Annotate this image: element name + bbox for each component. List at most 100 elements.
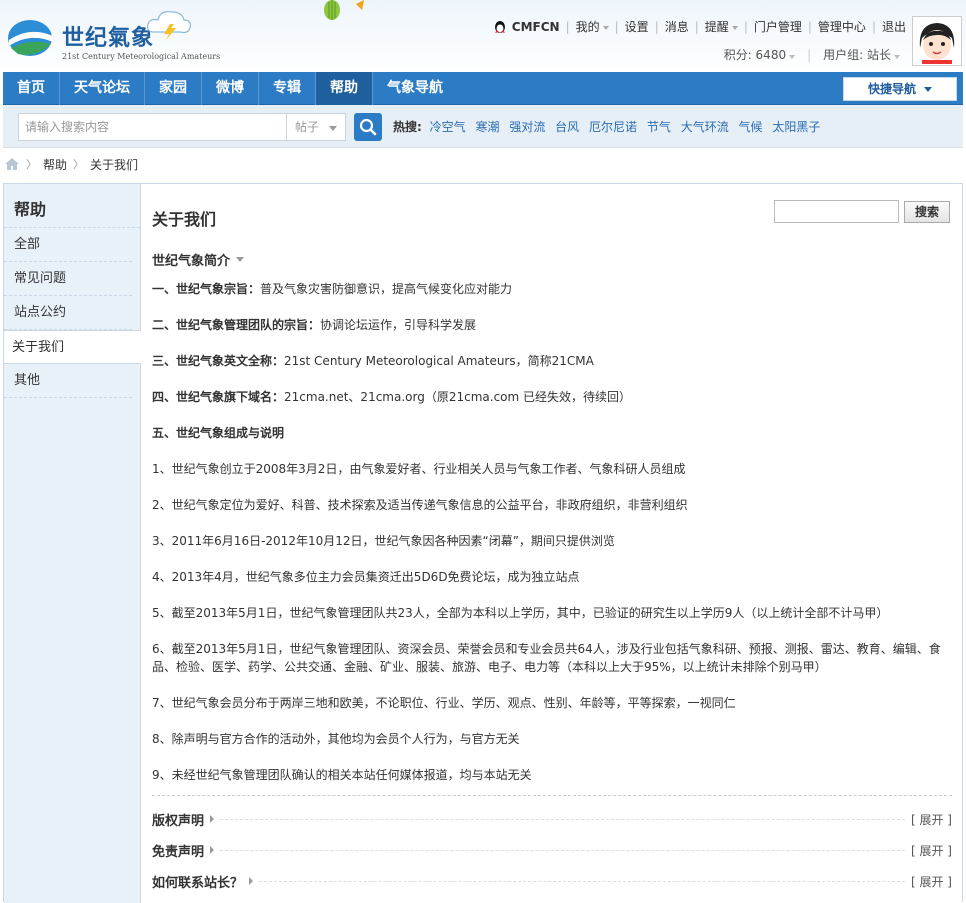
section-domains: 四、世纪气象旗下域名：21cma.net、21cma.org（原21cma.co… — [152, 388, 942, 406]
logout-link[interactable]: 退出 — [882, 18, 906, 35]
hot-keyword-link[interactable]: 冷空气 — [430, 120, 466, 134]
breadcrumb-separator-icon: 〉 — [26, 158, 37, 171]
avatar[interactable] — [912, 16, 962, 66]
quick-nav-label: 快捷导航 — [867, 82, 916, 96]
sidebar-item-faq[interactable]: 常见问题 — [4, 262, 132, 296]
main-panel: 帮助 全部 常见问题 站点公约 关于我们 其他 关于我们 搜索 世纪气象简介 一… — [3, 183, 963, 903]
dotted-leader — [259, 880, 905, 882]
list-item: 7、世纪气象会员分布于两岸三地和欧美，不论职位、行业、学历、观点、性别、年龄等，… — [152, 696, 736, 710]
section-purpose: 一、世纪气象宗旨：普及气象灾害防御意识，提高气候变化应对能力 — [152, 280, 942, 298]
list-item: 2、世纪气象定位为爱好、科普、技术探索及适当传递气象信息的公益平台，非政府组织，… — [152, 498, 688, 512]
nav-albums[interactable]: 专辑 — [259, 72, 316, 105]
brand-english-name: 21st Century Meteorological Amateurs — [62, 52, 221, 61]
chevron-down-icon — [731, 25, 738, 30]
chevron-right-icon — [210, 846, 215, 854]
section-text: 21cma.net、21cma.org（原21cma.com 已经失效，待续回） — [284, 390, 632, 404]
user-group-menu[interactable]: 用户组: 站长 — [823, 46, 900, 63]
hot-keyword-link[interactable]: 大气环流 — [681, 120, 729, 134]
nav-home-space[interactable]: 家园 — [145, 72, 202, 105]
search-type-select[interactable]: 帖子 — [286, 113, 346, 141]
section-team-purpose: 二、世纪气象管理团队的宗旨：协调论坛运作，引导科学发展 — [152, 316, 942, 334]
fold-copyright[interactable]: 版权声明 [ 展开 ] — [152, 809, 952, 829]
nav-help[interactable]: 帮助 — [316, 72, 373, 105]
hot-keyword-link[interactable]: 节气 — [647, 120, 671, 134]
fold-title: 免责声明 — [152, 844, 205, 860]
list-item: 8、除声明与官方合作的活动外，其他均为会员个人行为，与官方无关 — [152, 732, 520, 746]
reminders-label: 提醒 — [704, 20, 729, 34]
main-nav: 首页 天气论坛 家园 微博 专辑 帮助 气象导航 快捷导航 — [3, 72, 963, 105]
hot-keyword-link[interactable]: 厄尔尼诺 — [589, 120, 637, 134]
hot-keyword-link[interactable]: 台风 — [555, 120, 579, 134]
help-search-button[interactable]: 搜索 — [904, 201, 950, 223]
my-menu-link[interactable]: 我的 — [576, 18, 609, 35]
nav-home[interactable]: 首页 — [3, 72, 60, 105]
fold-disclaimer[interactable]: 免责声明 [ 展开 ] — [152, 840, 952, 860]
home-icon[interactable] — [4, 157, 20, 171]
admin-center-link[interactable]: 管理中心 — [818, 18, 866, 35]
points-menu[interactable]: 积分: 6480 — [723, 46, 796, 63]
chevron-down-icon — [789, 55, 796, 59]
section-text: 普及气象灾害防御意识，提高气候变化应对能力 — [260, 282, 513, 296]
balloon-decoration-icon — [324, 0, 364, 20]
username-link[interactable]: CMFCN — [512, 20, 560, 34]
site-header: 世纪氣象 21st Century Meteorological Amateur… — [0, 0, 966, 72]
hot-keyword-link[interactable]: 强对流 — [509, 120, 545, 134]
user-toolbar: CMFCN | 我的 | 设置 | 消息 | 提醒 | 门户管理 | 管理中心 … — [493, 18, 906, 35]
search-type-value: 帖子 — [295, 120, 320, 134]
expand-toggle[interactable]: [ 展开 ] — [911, 842, 952, 859]
breadcrumb-about-us[interactable]: 关于我们 — [90, 156, 138, 173]
nav-weibo[interactable]: 微博 — [202, 72, 259, 105]
search-input[interactable]: 请输入搜索内容 — [18, 113, 286, 141]
divider — [152, 795, 952, 796]
hot-keyword-link[interactable]: 寒潮 — [475, 120, 499, 134]
section-label: 五、世纪气象组成与说明 — [152, 426, 285, 440]
user-group-label: 用户组: 站长 — [823, 48, 891, 62]
section-label: 三、世纪气象英文全称： — [152, 354, 285, 368]
hot-keyword-link[interactable]: 气候 — [739, 120, 763, 134]
sidebar-item-other[interactable]: 其他 — [4, 364, 132, 398]
help-sidebar: 帮助 全部 常见问题 站点公约 关于我们 其他 — [4, 184, 141, 903]
globe-logo-icon — [8, 20, 53, 56]
breadcrumb-help[interactable]: 帮助 — [43, 156, 67, 173]
section-english-name: 三、世纪气象英文全称：21st Century Meteorological A… — [152, 352, 942, 370]
section-label: 四、世纪气象旗下域名： — [152, 390, 285, 404]
section-composition: 五、世纪气象组成与说明 — [152, 424, 942, 442]
points-label: 积分: 6480 — [723, 48, 787, 62]
nav-weather-forum[interactable]: 天气论坛 — [60, 72, 145, 105]
expand-toggle[interactable]: [ 展开 ] — [911, 873, 952, 890]
dotted-leader — [220, 818, 905, 820]
reminders-link[interactable]: 提醒 — [705, 18, 738, 35]
user-meta: 积分: 6480 | 用户组: 站长 — [724, 46, 900, 63]
site-logo[interactable]: 世纪氣象 21st Century Meteorological Amateur… — [4, 10, 220, 64]
nav-weather-navigation[interactable]: 气象导航 — [373, 72, 457, 105]
quick-nav-button[interactable]: 快捷导航 — [843, 77, 957, 101]
intro-heading-label: 世纪气象简介 — [152, 254, 231, 269]
cloud-lightning-icon — [147, 11, 191, 40]
portal-admin-link[interactable]: 门户管理 — [754, 18, 802, 35]
list-item: 1、世纪气象创立于2008年3月2日，由气象爱好者、行业相关人员与气象工作者、气… — [152, 462, 686, 476]
page-title: 关于我们 — [152, 210, 217, 229]
avatar-cartoon-icon — [914, 18, 960, 64]
dotted-leader — [220, 849, 905, 851]
my-menu-label: 我的 — [575, 20, 600, 34]
search-button[interactable] — [354, 113, 382, 141]
chevron-right-icon — [249, 877, 254, 885]
chevron-down-icon — [894, 55, 900, 59]
hot-search: 热搜: 冷空气 寒潮 强对流 台风 厄尔尼诺 节气 大气环流 气候 太阳黑子 — [393, 118, 826, 135]
sidebar-item-all[interactable]: 全部 — [4, 228, 132, 262]
messages-link[interactable]: 消息 — [665, 18, 689, 35]
hot-keyword-link[interactable]: 太阳黑子 — [772, 120, 820, 134]
intro-heading[interactable]: 世纪气象简介 — [152, 250, 245, 269]
chevron-down-icon — [329, 126, 337, 131]
section-text: 协调论坛运作，引导科学发展 — [320, 318, 477, 332]
settings-link[interactable]: 设置 — [625, 18, 649, 35]
list-item: 5、截至2013年5月1日，世纪气象管理团队共23人，全部为本科以上学历，其中，… — [152, 606, 889, 620]
sidebar-item-site-rules[interactable]: 站点公约 — [4, 296, 132, 330]
help-search-input[interactable] — [774, 200, 899, 223]
section-label: 二、世纪气象管理团队的宗旨： — [152, 318, 321, 332]
fold-contact-admin[interactable]: 如何联系站长？ [ 展开 ] — [152, 871, 952, 891]
sidebar-item-about-us[interactable]: 关于我们 — [4, 330, 141, 364]
expand-toggle[interactable]: [ 展开 ] — [911, 811, 952, 828]
breadcrumb-separator-icon: 〉 — [73, 158, 85, 171]
breadcrumb: 〉 帮助 〉 关于我们 — [0, 148, 966, 180]
